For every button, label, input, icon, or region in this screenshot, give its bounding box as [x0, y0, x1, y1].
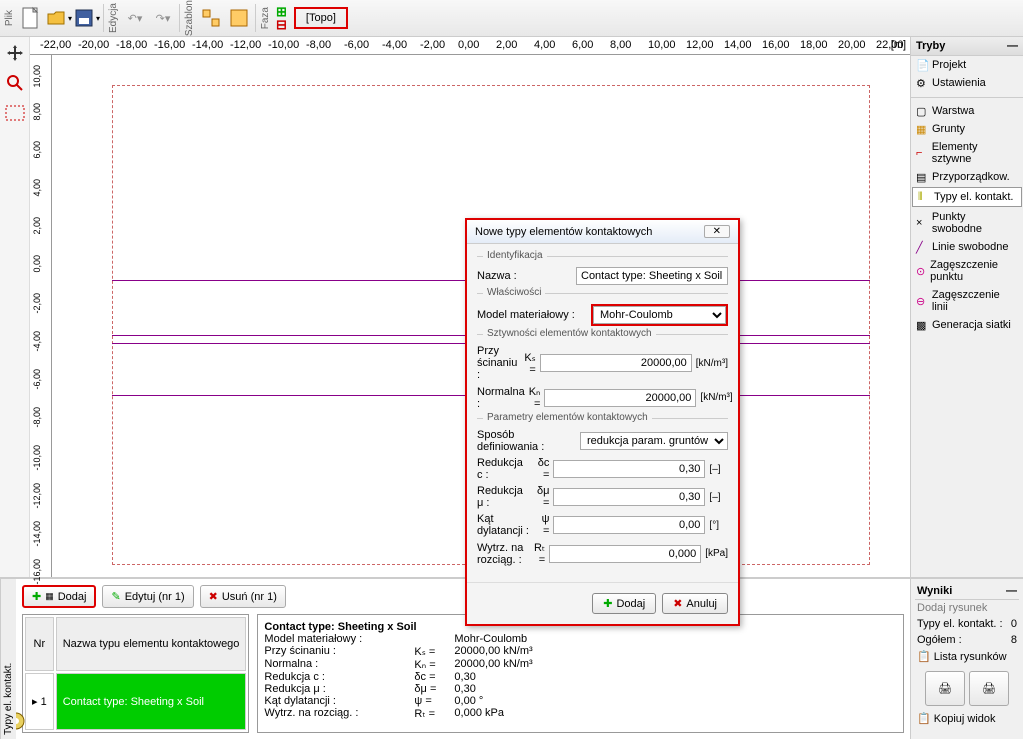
soils-icon: ▦ — [916, 123, 928, 135]
mode-project[interactable]: 📄Projekt — [911, 56, 1023, 74]
select-area-icon[interactable] — [3, 101, 27, 125]
printer-color-icon: 🖨 — [982, 682, 996, 695]
zoom-tool-icon[interactable] — [3, 71, 27, 95]
rt-input[interactable] — [549, 545, 701, 563]
contact-icon: ⫴ — [918, 191, 930, 203]
material-model-select[interactable]: Mohr-Coulomb — [593, 306, 726, 324]
col-name: Nazwa typu elementu kontaktowego — [56, 617, 247, 671]
template-1-icon[interactable] — [197, 3, 225, 33]
delta-mu-input[interactable] — [553, 488, 705, 506]
mode-free-points[interactable]: ×Punkty swobodne — [911, 208, 1023, 238]
save-file-icon[interactable]: ▾ — [73, 3, 101, 33]
line-icon: ╱ — [916, 241, 928, 253]
plik-label: Plik — [4, 10, 15, 26]
rigid-icon: ⌐ — [916, 147, 928, 159]
copy-view-btn[interactable]: 📋 Kopiuj widok — [917, 712, 996, 725]
assign-icon: ▤ — [916, 171, 928, 183]
bottom-tab-label: Typy el. kontakt. — [0, 579, 16, 739]
dialog-cancel-button[interactable]: ✖Anuluj — [662, 593, 728, 614]
dialog-add-button[interactable]: ✚Dodaj — [592, 593, 656, 614]
dialog-title: Nowe typy elementów kontaktowych — [475, 226, 652, 238]
line-refine-icon: ⊖ — [916, 295, 928, 307]
close-icon[interactable]: ✕ — [704, 225, 730, 238]
mode-rigid[interactable]: ⌐Elementy sztywne — [911, 138, 1023, 168]
contact-types-table: NrNazwa typu elementu kontaktowego ▸ 1Co… — [22, 614, 249, 733]
print-2-button[interactable]: 🖨 — [969, 671, 1009, 706]
new-contact-type-dialog: Nowe typy elementów kontaktowych ✕ Ident… — [465, 218, 740, 626]
mode-soils[interactable]: ▦Grunty — [911, 120, 1023, 138]
template-2-icon[interactable] — [225, 3, 253, 33]
gear-icon: ⚙ — [916, 77, 928, 89]
point-refine-icon: ⊙ — [916, 265, 926, 277]
mode-line-refine[interactable]: ⊖Zagęszczenie linii — [911, 286, 1023, 316]
detail-panel: Contact type: Sheeting x Soil Model mate… — [257, 614, 904, 733]
new-file-icon[interactable] — [17, 3, 45, 33]
delete-button[interactable]: ✖ Usuń (nr 1) — [200, 585, 286, 608]
mode-layer[interactable]: ▢Warstwa — [911, 102, 1023, 120]
phase-remove-icon[interactable]: ⊟ — [276, 19, 287, 31]
plus-icon: ✚ — [603, 597, 612, 610]
open-file-icon[interactable]: ▾ — [45, 3, 73, 33]
print-1-button[interactable]: 🖨 — [925, 671, 965, 706]
undo-icon[interactable]: ↶▾ — [121, 3, 149, 33]
move-tool-icon[interactable] — [3, 41, 27, 65]
faza-label: Faza — [260, 7, 271, 29]
edit-button[interactable]: ✎ Edytuj (nr 1) — [102, 585, 193, 608]
mode-free-lines[interactable]: ╱Linie swobodne — [911, 238, 1023, 256]
x-icon: ✖ — [673, 597, 682, 610]
x-icon: ✖ — [209, 590, 218, 603]
main-toolbar: Plik ▾ ▾ Edycja ↶▾ ↷▾ Szablon Faza ⊞ ⊟ [… — [0, 0, 1023, 37]
document-icon: 📄 — [916, 59, 928, 71]
mode-point-refine[interactable]: ⊙Zagęszczenie punktu — [911, 256, 1023, 286]
modes-title: Tryby — [916, 40, 945, 52]
kn-input[interactable] — [544, 389, 696, 407]
left-toolbar — [0, 37, 30, 577]
mode-mesh-gen[interactable]: ▩Generacja siatki — [911, 316, 1023, 334]
add-drawing-btn[interactable]: Dodaj rysunek — [917, 602, 987, 614]
results-minimize-icon[interactable]: — — [1006, 585, 1017, 597]
table-row[interactable]: ▸ 1Contact type: Sheeting x Soil — [25, 673, 246, 730]
delta-c-input[interactable] — [553, 460, 705, 478]
layer-icon: ▢ — [916, 105, 928, 117]
redo-icon[interactable]: ↷▾ — [149, 3, 177, 33]
edycja-label: Edycja — [108, 3, 119, 33]
results-title: Wyniki — [917, 585, 952, 597]
mesh-icon: ▩ — [916, 319, 928, 331]
ruler-horizontal: -22,00-20,00-18,00-16,00-14,00-12,00-10,… — [30, 37, 910, 55]
ks-input[interactable] — [540, 354, 692, 372]
phase-add-icon[interactable]: ⊞ — [276, 6, 287, 18]
drawing-list-btn[interactable]: 📋 Lista rysunków — [917, 650, 1007, 663]
psi-input[interactable] — [553, 516, 705, 534]
panel-minimize-icon[interactable]: — — [1007, 40, 1018, 52]
topo-phase-tab[interactable]: [Topo] — [294, 7, 348, 29]
pencil-icon: ✎ — [111, 590, 120, 603]
szablon-label: Szablon — [184, 0, 195, 36]
printer-icon: 🖨 — [938, 682, 952, 695]
definition-mode-select[interactable]: redukcja param. gruntów — [580, 432, 728, 450]
modes-panel: Tryby — 📄Projekt ⚙Ustawienia ▢Warstwa ▦Gr… — [910, 37, 1023, 577]
point-icon: × — [916, 217, 928, 229]
mode-contact-types[interactable]: ⫴Typy el. kontakt. — [912, 187, 1022, 207]
add-button[interactable]: ✚▦ Dodaj — [22, 585, 96, 608]
col-nr: Nr — [25, 617, 54, 671]
results-panel: Wyniki— Dodaj rysunek Typy el. kontakt. … — [910, 579, 1023, 739]
name-input[interactable] — [576, 267, 728, 285]
mode-assign[interactable]: ▤Przyporządkow. — [911, 168, 1023, 186]
mode-settings[interactable]: ⚙Ustawienia — [911, 74, 1023, 92]
plus-icon: ✚ — [32, 590, 41, 603]
ruler-vertical: 10,008,006,004,002,000,00-2,00-4,00-6,00… — [30, 55, 52, 577]
